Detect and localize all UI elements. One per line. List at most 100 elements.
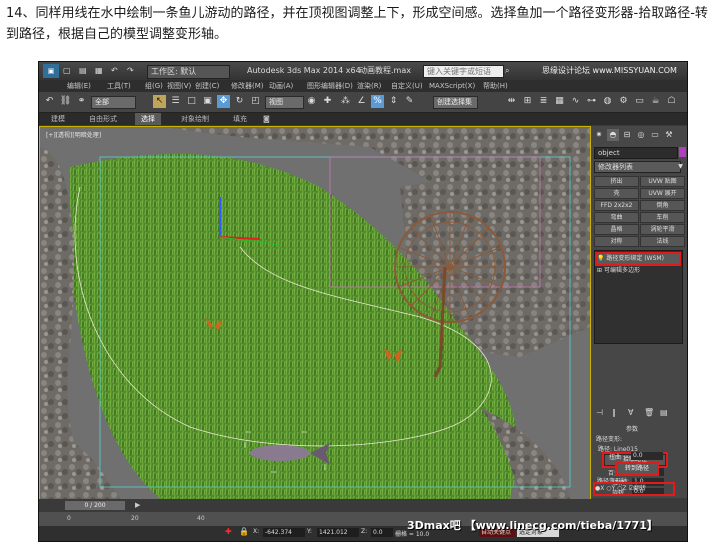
- modifier-uvw-map-button[interactable]: UVW 贴图: [640, 176, 685, 187]
- utilities-tab-icon[interactable]: ⚒: [663, 129, 675, 141]
- selection-filter-dropdown[interactable]: 全部: [91, 96, 136, 109]
- menu-rendering[interactable]: 渲染(R): [357, 80, 381, 92]
- select-scale-icon[interactable]: ◰: [249, 95, 262, 108]
- search-input[interactable]: 键入关键字或短语: [423, 65, 504, 78]
- motion-tab-icon[interactable]: ◎: [635, 129, 647, 141]
- spinner-snap-icon[interactable]: ⇕: [387, 95, 400, 108]
- hierarchy-tab-icon[interactable]: ⊟: [621, 129, 633, 141]
- tab-modeling[interactable]: 建模: [45, 113, 71, 125]
- align-icon[interactable]: ⊞: [521, 95, 534, 108]
- tab-selection[interactable]: 选择: [135, 113, 161, 125]
- modifier-lathe-button[interactable]: 车削: [640, 212, 685, 223]
- menu-edit[interactable]: 编辑(E): [67, 80, 91, 92]
- curve-editor-icon[interactable]: ∿: [569, 95, 582, 108]
- menu-create[interactable]: 创建(C): [195, 80, 219, 92]
- quick-access-open-icon[interactable]: ▤: [79, 62, 87, 80]
- menu-graph-editors[interactable]: 图形编辑器(D): [307, 80, 353, 92]
- next-frame-icon[interactable]: ▶: [135, 501, 140, 509]
- quick-access-new-icon[interactable]: ▢: [63, 62, 71, 80]
- modifier-ffd-button[interactable]: FFD 2x2x2: [594, 200, 639, 211]
- modifier-symmetry-button[interactable]: 对称: [594, 236, 639, 247]
- quick-access-save-icon[interactable]: ▦: [95, 62, 103, 80]
- render-setup-icon[interactable]: ⚙: [617, 95, 630, 108]
- mirror-icon[interactable]: ⇹: [505, 95, 518, 108]
- graphite-toggle-icon[interactable]: ▦: [553, 95, 566, 108]
- menu-group[interactable]: 组(G): [145, 80, 163, 92]
- menu-help[interactable]: 帮助(H): [483, 80, 508, 92]
- flip-checkbox[interactable]: ☑翻转: [628, 485, 645, 492]
- undo-tool-icon[interactable]: ↶: [43, 95, 56, 108]
- modifier-shell-button[interactable]: 壳: [594, 188, 639, 199]
- modifier-bend-button[interactable]: 弯曲: [594, 212, 639, 223]
- axis-x-radio[interactable]: ●X: [595, 485, 604, 492]
- render-iterative-icon[interactable]: ☖: [665, 95, 678, 108]
- expand-icon[interactable]: ⊞: [597, 267, 602, 274]
- x-coordinate-field[interactable]: -642.374: [263, 528, 305, 537]
- object-name-field[interactable]: object: [594, 147, 678, 159]
- pin-stack-icon[interactable]: ⊣: [596, 408, 603, 417]
- modifier-bevel-button[interactable]: 倒角: [640, 200, 685, 211]
- stack-item-editable-poly[interactable]: ⊞ 可编辑多边形: [597, 266, 679, 276]
- select-move-icon[interactable]: ✥: [217, 95, 230, 108]
- tab-object-paint[interactable]: 对象绘制: [175, 113, 215, 125]
- modifier-unwrap-uvw-button[interactable]: UVW 展开: [640, 188, 685, 199]
- modifier-turbosmooth-button[interactable]: 涡轮平滑: [640, 224, 685, 235]
- named-selection-set-dropdown[interactable]: 创建选择集: [433, 96, 478, 109]
- menu-tools[interactable]: 工具(T): [107, 80, 131, 92]
- axis-z-radio[interactable]: ○Z: [617, 485, 626, 492]
- modifier-normal-button[interactable]: 法线: [640, 236, 685, 247]
- modifier-list-dropdown[interactable]: 修改器列表: [594, 161, 681, 173]
- twist-field[interactable]: 0.0: [631, 452, 663, 460]
- select-object-icon[interactable]: ↖: [153, 95, 166, 108]
- pivot-center-icon[interactable]: ◉: [305, 95, 318, 108]
- percent-snap-icon[interactable]: %: [371, 95, 384, 108]
- modify-tab-icon[interactable]: ◓: [607, 129, 619, 141]
- render-production-icon[interactable]: ☕: [649, 95, 662, 108]
- remove-modifier-icon[interactable]: 🗑: [644, 408, 654, 417]
- tab-freeform[interactable]: 自由形式: [83, 113, 123, 125]
- window-crossing-icon[interactable]: ▣: [201, 95, 214, 108]
- make-unique-icon[interactable]: ∀: [628, 408, 633, 417]
- chevron-down-icon[interactable]: ▼: [676, 162, 685, 172]
- object-color-swatch[interactable]: [679, 147, 686, 157]
- app-logo-icon[interactable]: ▣: [43, 64, 59, 78]
- menu-views[interactable]: 视图(V): [167, 80, 191, 92]
- viewport-label[interactable]: [+][透视][明暗处理]: [46, 130, 101, 139]
- ribbon-toggle-icon[interactable]: ◙: [257, 113, 276, 125]
- y-coordinate-field[interactable]: 1421.012: [317, 528, 359, 537]
- menu-modifiers[interactable]: 修改器(M): [231, 80, 264, 92]
- modifier-extrude-button[interactable]: 挤出: [594, 176, 639, 187]
- z-coordinate-field[interactable]: 0.0: [371, 528, 393, 537]
- angle-snap-icon[interactable]: ∠: [355, 95, 368, 108]
- display-tab-icon[interactable]: ▭: [649, 129, 661, 141]
- tab-populate[interactable]: 填充: [227, 113, 253, 125]
- workspace-dropdown[interactable]: 工作区: 默认: [147, 65, 230, 79]
- rect-selection-icon[interactable]: □: [185, 95, 198, 108]
- create-tab-icon[interactable]: ✷: [593, 129, 605, 141]
- menu-animation[interactable]: 动画(A): [269, 80, 293, 92]
- rendered-frame-icon[interactable]: ▭: [633, 95, 646, 108]
- select-manipulate-icon[interactable]: ✚: [321, 95, 334, 108]
- isolate-icon[interactable]: ✚: [225, 527, 232, 536]
- axis-y-radio[interactable]: ○Y: [606, 485, 615, 492]
- link-icon[interactable]: ⛓: [59, 95, 72, 108]
- move-to-path-button[interactable]: 转到路径: [615, 462, 659, 476]
- reference-coord-dropdown[interactable]: 视图: [265, 96, 304, 109]
- stack-item-path-deform[interactable]: 💡 路径变形绑定 (WSM): [595, 252, 681, 266]
- schematic-view-icon[interactable]: ⊶: [585, 95, 598, 108]
- modifier-lattice-button[interactable]: 晶格: [594, 224, 639, 235]
- redo-icon[interactable]: ↷: [127, 62, 134, 80]
- undo-icon[interactable]: ↶: [111, 62, 118, 80]
- menu-maxscript[interactable]: MAXScript(X): [429, 80, 475, 92]
- select-by-name-icon[interactable]: ☰: [169, 95, 182, 108]
- edit-named-selection-icon[interactable]: ✎: [403, 95, 416, 108]
- material-editor-icon[interactable]: ◍: [601, 95, 614, 108]
- perspective-viewport[interactable]: [+][透视][明暗处理]: [39, 126, 591, 500]
- unlink-icon[interactable]: ⚭: [75, 95, 88, 108]
- search-icon[interactable]: ⌕: [505, 62, 509, 80]
- lightbulb-icon[interactable]: 💡: [597, 255, 604, 262]
- show-end-result-icon[interactable]: ∥: [612, 408, 616, 417]
- menu-customize[interactable]: 自定义(U): [391, 80, 423, 92]
- layer-manager-icon[interactable]: ≣: [537, 95, 550, 108]
- select-rotate-icon[interactable]: ↻: [233, 95, 246, 108]
